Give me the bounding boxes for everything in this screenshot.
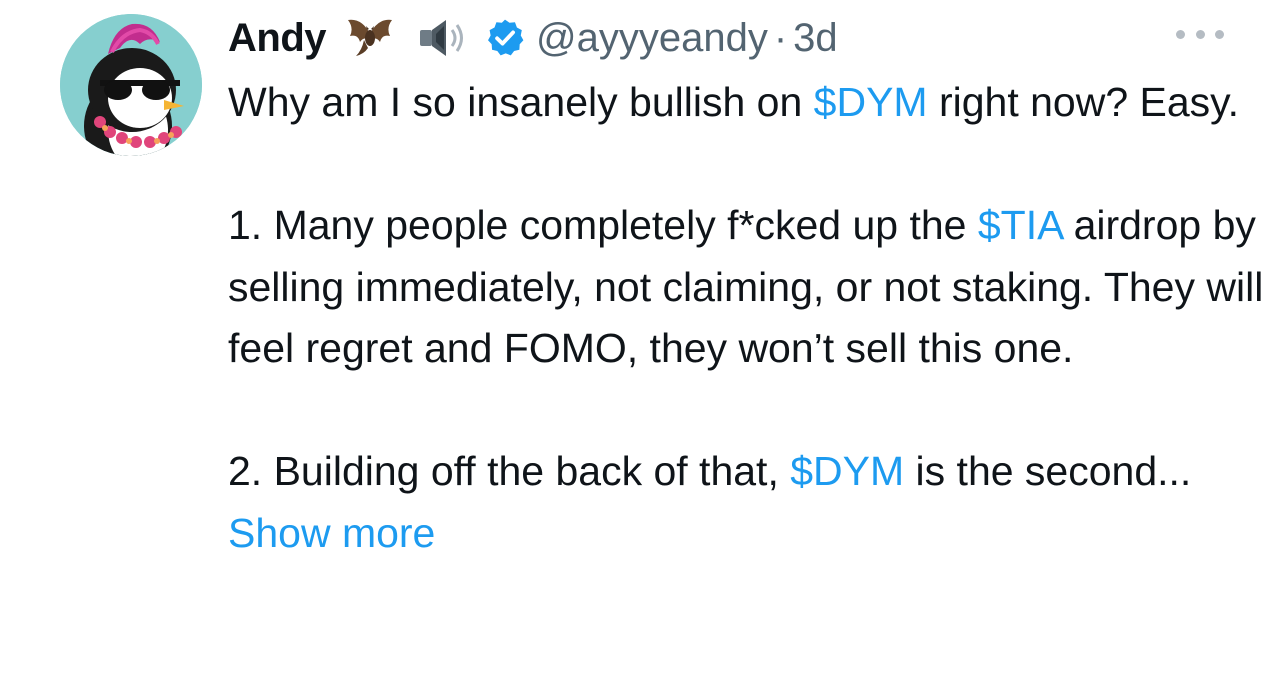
text-segment: 1. Many people completely f*cked up the xyxy=(228,202,978,248)
author-handle[interactable]: @ayyyeandy xyxy=(536,16,768,61)
verified-badge-icon[interactable] xyxy=(484,17,526,59)
tweet-text: Why am I so insanely bullish on $DYM rig… xyxy=(228,72,1268,564)
tweet-paragraph-2: 1. Many people completely f*cked up the … xyxy=(228,195,1268,380)
text-segment: right now? Easy. xyxy=(927,79,1240,125)
tweet-header: Andy @ayyyeandy · 3d xyxy=(228,8,838,68)
penguin-avatar-icon xyxy=(60,14,202,156)
text-segment: is the second... xyxy=(904,448,1192,494)
more-options-icon[interactable] xyxy=(1176,22,1224,46)
text-segment: 2. Building off the back of that, xyxy=(228,448,791,494)
dot-icon xyxy=(1215,29,1224,39)
tweet[interactable]: Andy @ayyyeandy · 3d Why am I so insanel… xyxy=(0,0,1284,689)
bat-emoji-icon xyxy=(342,14,398,62)
cashtag-link-dym[interactable]: $DYM xyxy=(814,79,928,125)
text-segment: Why am I so insanely bullish on xyxy=(228,79,814,125)
tweet-paragraph-3: 2. Building off the back of that, $DYM i… xyxy=(228,441,1268,564)
author-name[interactable]: Andy xyxy=(228,16,327,61)
tweet-timestamp[interactable]: 3d xyxy=(793,16,838,61)
cashtag-link-dym[interactable]: $DYM xyxy=(790,448,904,494)
speaker-emoji-icon xyxy=(414,14,470,62)
separator-dot: · xyxy=(773,15,788,60)
avatar[interactable] xyxy=(60,14,202,156)
cashtag-link-tia[interactable]: $TIA xyxy=(978,202,1062,248)
show-more-link[interactable]: Show more xyxy=(228,510,435,556)
tweet-paragraph-1: Why am I so insanely bullish on $DYM rig… xyxy=(228,72,1268,134)
dot-icon xyxy=(1195,29,1205,39)
dot-icon xyxy=(1176,29,1185,39)
